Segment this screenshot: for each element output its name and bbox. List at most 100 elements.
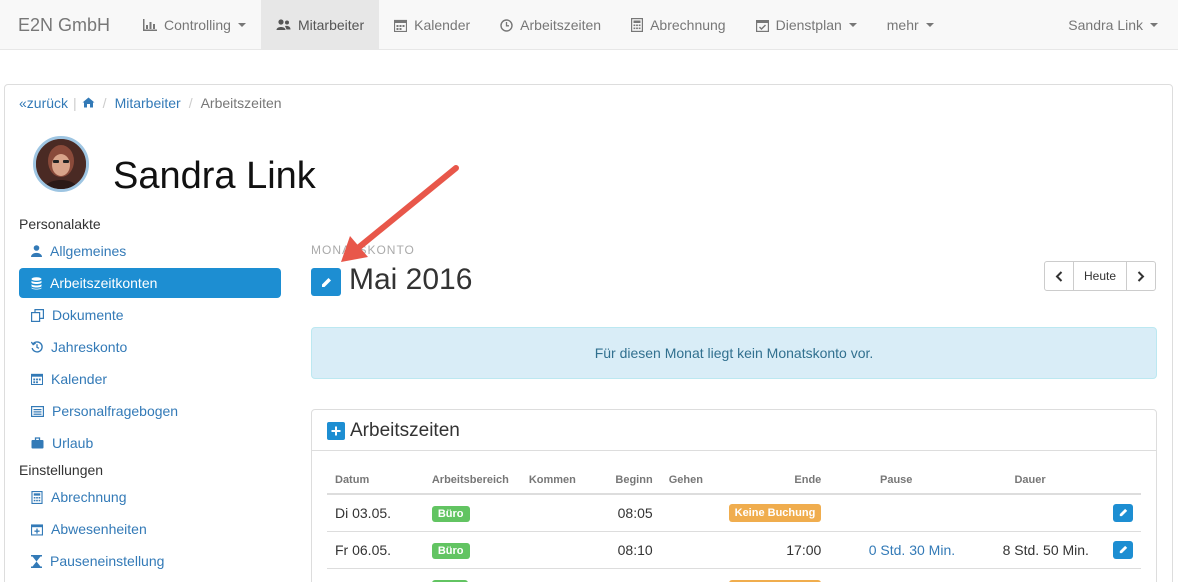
cell-bereich: Büro (423, 531, 521, 569)
prev-month-button[interactable] (1045, 262, 1073, 290)
breadcrumb-divider: | (73, 95, 77, 111)
user-icon (31, 245, 42, 257)
nav-dienstplan[interactable]: Dienstplan (741, 0, 872, 50)
nav-mehr-label: mehr (886, 17, 919, 33)
next-month-button[interactable] (1127, 262, 1155, 290)
column-header-beginn[interactable]: Beginn (606, 466, 661, 495)
no-month-account-alert: Für diesen Monat liegt kein Monatskonto … (311, 327, 1157, 379)
column-header-gehen[interactable]: Gehen (660, 466, 721, 495)
cell-pause (829, 568, 964, 582)
clock-icon (500, 18, 513, 32)
column-header-datum[interactable]: Datum (327, 466, 424, 495)
cell-dauer (963, 494, 1097, 532)
table-row: Di 03.05. Büro 08:05 Keine Buchung (327, 494, 1141, 532)
cell-actions (1096, 531, 1141, 569)
column-header-kommen[interactable]: Kommen (520, 466, 607, 495)
sidebar-section-einstellungen: Einstellungen (19, 462, 104, 478)
sidebar-item-jahreskonto[interactable]: Jahreskonto (19, 332, 281, 362)
column-header-pause[interactable]: Pause (829, 466, 964, 495)
cell-datum (327, 568, 424, 582)
breadcrumb-separator: / (102, 95, 107, 111)
column-header-dauer[interactable]: Dauer (963, 466, 1097, 495)
avatar (33, 136, 89, 192)
sidebar-item-personalfragebogen[interactable]: Personalfragebogen (19, 396, 281, 426)
pause-link[interactable]: 0 Std. 30 Min. (869, 542, 955, 558)
top-navbar: E2N GmbH Controlling Mitarbeiter Kalende… (0, 0, 1178, 50)
brand-logo[interactable]: E2N GmbH (0, 0, 128, 50)
database-icon (31, 276, 42, 289)
sidebar-item-dokumente[interactable]: Dokumente (19, 300, 281, 330)
nav-abrechnung-label: Abrechnung (650, 17, 726, 33)
cell-beginn (606, 568, 661, 582)
edit-row-button[interactable] (1113, 540, 1133, 559)
cell-pause: 0 Std. 30 Min. (829, 531, 964, 569)
column-header-arbeitsbereich[interactable]: Arbeitsbereich (423, 466, 521, 495)
cell-ende (720, 568, 830, 582)
breadcrumb-current: Arbeitszeiten (200, 95, 282, 111)
today-button[interactable]: Heute (1073, 262, 1127, 290)
edit-month-button[interactable] (311, 268, 341, 296)
sidebar-item-label: Kalender (51, 371, 108, 387)
sidebar-item-urlaub[interactable]: Urlaub (19, 428, 281, 458)
sidebar-item-allgemeines[interactable]: Allgemeines (19, 236, 281, 266)
month-navigation: Heute (1044, 261, 1156, 291)
plus-icon (331, 426, 341, 436)
chevron-down-icon (237, 23, 246, 27)
cell-actions (1096, 494, 1141, 532)
pencil-icon (1119, 545, 1127, 554)
nav-mitarbeiter-label: Mitarbeiter (297, 17, 365, 33)
nav-controlling-label: Controlling (164, 17, 231, 33)
hourglass-icon (31, 554, 42, 568)
sidebar-item-pauseneinstellung[interactable]: Pauseneinstellung (19, 546, 281, 576)
home-link[interactable] (82, 95, 95, 111)
nav-controlling[interactable]: Controlling (128, 0, 261, 50)
cell-kommen (520, 494, 607, 532)
area-label: Büro (431, 505, 470, 522)
nav-arbeitszeiten[interactable]: Arbeitszeiten (485, 0, 616, 50)
column-header-ende[interactable]: Ende (720, 466, 830, 495)
documents-icon (31, 308, 44, 322)
chevron-down-icon (848, 23, 857, 27)
back-link-label: zurück (26, 95, 69, 111)
table-row: Fr 06.05. Büro 08:10 17:00 0 Std. 30 Min… (327, 531, 1141, 569)
cell-ende: 17:00 (720, 531, 830, 569)
nav-user-menu[interactable]: Sandra Link (1053, 0, 1178, 50)
cell-actions (1096, 568, 1141, 582)
edit-row-button[interactable] (1113, 503, 1133, 522)
cell-dauer (963, 568, 1097, 582)
calendar-check-icon (755, 19, 769, 32)
back-link[interactable]: «zurück (19, 95, 68, 111)
suitcase-icon (31, 437, 44, 449)
nav-kalender[interactable]: Kalender (379, 0, 485, 50)
calculator-icon (631, 18, 644, 32)
list-icon (31, 405, 44, 417)
area-label: Büro (431, 542, 470, 559)
sidebar-item-arbeitszeitkonten[interactable]: Arbeitszeitkonten (19, 268, 281, 298)
nav-abrechnung[interactable]: Abrechnung (616, 0, 741, 50)
chevron-down-icon (925, 23, 934, 27)
cell-dauer: 8 Std. 50 Min. (963, 531, 1097, 569)
nav-arbeitszeiten-label: Arbeitszeiten (520, 17, 602, 33)
nav-mitarbeiter[interactable]: Mitarbeiter (260, 0, 380, 50)
month-title: Mai 2016 (349, 263, 473, 296)
sidebar-item-label: Arbeitszeitkonten (50, 275, 158, 291)
home-icon (82, 97, 95, 108)
calculator-icon (31, 490, 43, 504)
cell-beginn: 08:05 (606, 494, 661, 532)
sidebar-item-kalender[interactable]: Kalender (19, 364, 281, 394)
breadcrumb-mitarbeiter[interactable]: Mitarbeiter (115, 95, 181, 111)
cell-kommen (520, 568, 607, 582)
cell-datum: Di 03.05. (327, 494, 424, 532)
add-worktime-button[interactable] (327, 422, 345, 440)
pencil-icon (1119, 509, 1127, 517)
user-name: Sandra Link (1068, 17, 1143, 33)
worktimes-table: Datum Arbeitsbereich Kommen Beginn Gehen… (327, 466, 1141, 582)
breadcrumb-separator: / (188, 95, 193, 111)
nav-mehr[interactable]: mehr (872, 0, 949, 50)
sidebar-item-abwesenheiten[interactable]: Abwesenheiten (19, 514, 281, 544)
sidebar-item-abrechnung[interactable]: Abrechnung (19, 482, 281, 512)
cell-beginn: 08:10 (606, 531, 661, 569)
sidebar-section-personalakte: Personalakte (19, 216, 101, 232)
pencil-icon (321, 277, 331, 287)
